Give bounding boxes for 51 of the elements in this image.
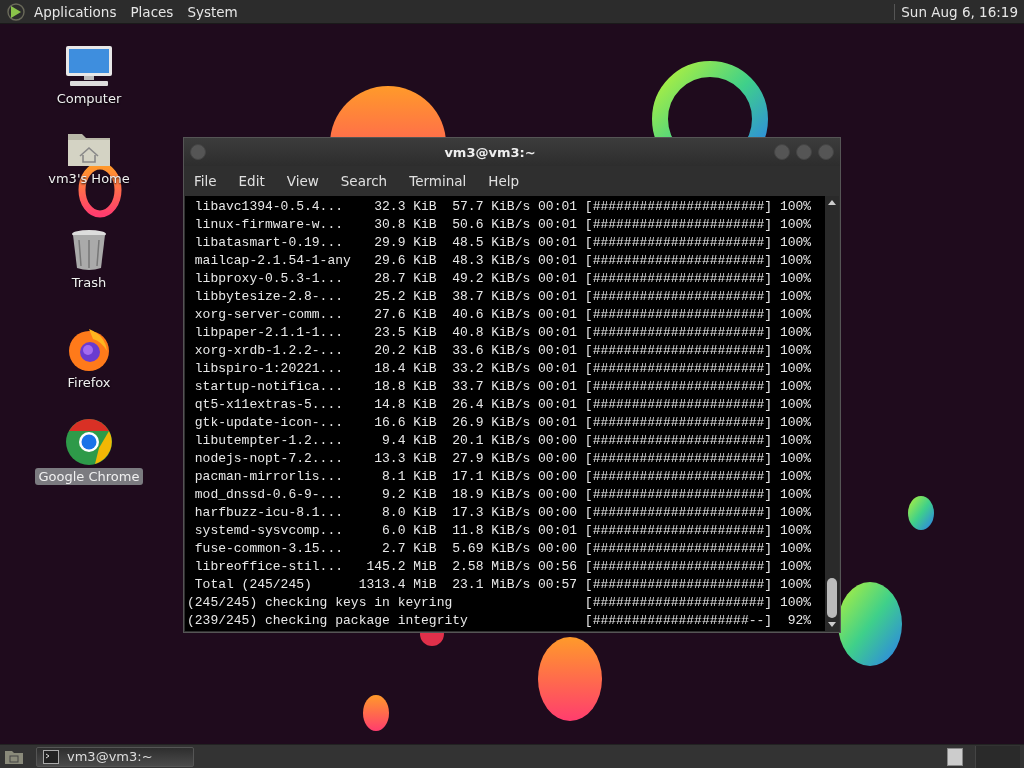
terminal-line: mailcap-2.1.54-1-any 29.6 KiB 48.3 KiB/s 00:01 [######################] 100% [193,252,813,270]
scroll-thumb[interactable] [827,578,837,618]
icon-label[interactable]: Firefox [63,374,115,391]
scrollbar[interactable] [825,196,839,631]
terminal-line: systemd-sysvcomp... 6.0 KiB 11.8 KiB/s 00:01 [######################] 100% [193,522,813,540]
terminal-line: nodejs-nopt-7.2.... 13.3 KiB 27.9 KiB/s 00:00 [######################] 100% [193,450,813,468]
menu-item[interactable]: File [194,173,217,189]
terminal-line: startup-notifica... 18.8 KiB 33.7 KiB/s 00:01 [######################] 100% [193,378,813,396]
browser-logo-icon[interactable] [66,326,112,372]
window-title: vm3@vm3:~ [443,144,537,160]
panel-menu[interactable]: Places [130,3,174,20]
logo-icon[interactable] [6,1,26,22]
terminal-line: mod_dnssd-0.6-9-... 9.2 KiB 18.9 KiB/s 00:00 [######################] 100% [193,486,813,504]
menu-item[interactable]: Search [340,173,388,189]
icon-label[interactable]: Trash [67,274,111,291]
menu-item[interactable]: Help [488,173,520,189]
taskbar-button[interactable]: vm3@vm3:~ [36,746,194,767]
scroll-down-icon[interactable] [828,622,836,627]
terminal-line: Total (245/245) 1313.4 MiB 23.1 MiB/s 00:57 [######################] 100% [193,576,813,594]
browser-logo-icon[interactable] [65,418,113,466]
monitor-icon[interactable] [64,44,114,88]
trash-can-icon[interactable] [69,228,109,272]
clock[interactable]: Sun Aug 6, 16:19 [894,3,1018,20]
terminal-line: qt5-x11extras-5.... 14.8 KiB 26.4 KiB/s 00:01 [######################] 100% [193,396,813,414]
menu-item[interactable]: View [286,173,319,189]
terminal-line: pacman-mirrorlis... 8.1 KiB 17.1 KiB/s 00:00 [######################] 100% [193,468,813,486]
icon-label[interactable]: Google Chrome [34,468,144,485]
scroll-up-icon[interactable] [828,200,836,205]
terminal-line: xorg-server-comm... 27.6 KiB 40.6 KiB/s 00:01 [######################] 100% [193,306,813,324]
terminal-line: libatasmart-0.19... 29.9 KiB 48.5 KiB/s 00:01 [######################] 100% [193,234,813,252]
icon-label[interactable]: Computer [52,90,126,107]
terminal-line: (239/245) checking package integrity [####################--] 92% [187,612,813,630]
terminal-icon [43,749,59,764]
terminal-line: harfbuzz-icu-8.1... 8.0 KiB 17.3 KiB/s 00:00 [######################] 100% [193,504,813,522]
terminal-line: libspiro-1:20221... 18.4 KiB 33.2 KiB/s 00:01 [######################] 100% [193,360,813,378]
terminal-line: (245/245) checking keys in keyring [######################] 100% [187,594,813,612]
terminal-line: fuse-common-3.15... 2.7 KiB 5.69 KiB/s 00:00 [######################] 100% [193,540,813,558]
menu-item[interactable]: Edit [238,173,265,189]
panel-menu[interactable]: System [187,3,238,20]
terminal-line: xorg-xrdb-1.2.2-... 20.2 KiB 33.6 KiB/s 00:01 [######################] 100% [193,342,813,360]
show-desktop-icon[interactable] [4,748,24,765]
panel-menu[interactable]: Applications [34,3,117,20]
terminal-line: gtk-update-icon-... 16.6 KiB 26.9 KiB/s 00:01 [######################] 100% [193,414,813,432]
terminal-line: libproxy-0.5.3-1... 28.7 KiB 49.2 KiB/s 00:01 [######################] 100% [193,270,813,288]
terminal-line: libavc1394-0.5.4... 32.3 KiB 57.7 KiB/s 00:01 [######################] 100% [193,198,813,216]
terminal-line: libutempter-1.2.... 9.4 KiB 20.1 KiB/s 00:00 [######################] 100% [193,432,813,450]
terminal-line: libbytesize-2.8-... 25.2 KiB 38.7 KiB/s 00:01 [######################] 100% [193,288,813,306]
terminal-line: linux-firmware-w... 30.8 KiB 50.6 KiB/s 00:01 [######################] 100% [193,216,813,234]
menu-item[interactable]: Terminal [409,173,467,189]
terminal-line: libreoffice-stil... 145.2 MiB 2.58 MiB/s 00:56 [######################] 100% [193,558,813,576]
terminal-line: libpaper-2.1.1-1... 23.5 KiB 40.8 KiB/s 00:01 [######################] 100% [193,324,813,342]
